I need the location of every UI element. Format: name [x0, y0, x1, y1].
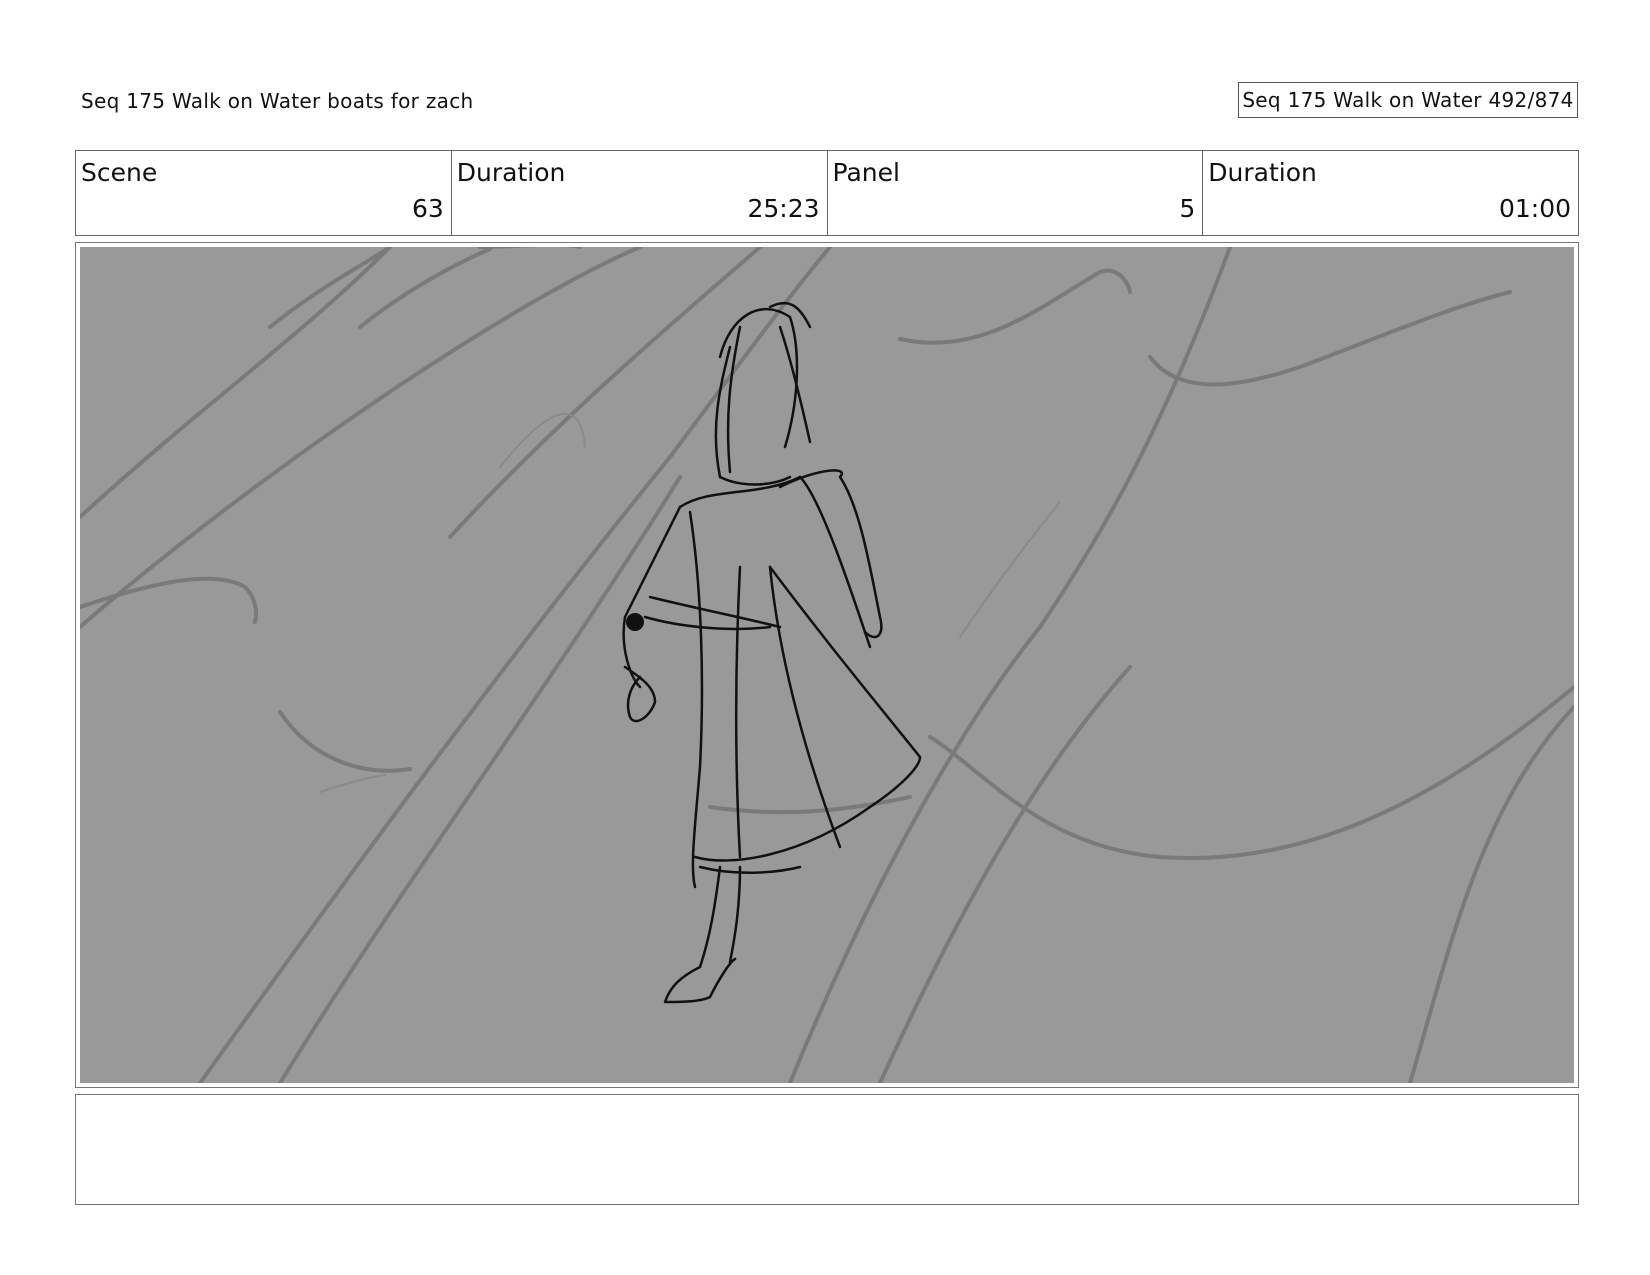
panel-duration-cell: Duration 01:00	[1203, 151, 1578, 235]
notes-box[interactable]	[75, 1094, 1579, 1205]
wave-curve	[80, 576, 259, 624]
water-line	[878, 665, 1132, 1083]
scene-value: 63	[411, 194, 444, 223]
scene-duration-cell: Duration 25:23	[452, 151, 828, 235]
wave-curve	[928, 685, 1574, 860]
panel-value: 5	[1179, 194, 1196, 223]
water-line	[278, 475, 682, 1083]
wave-curve	[898, 268, 1132, 345]
wave-curve	[278, 710, 412, 773]
panel-label: Panel	[832, 158, 900, 187]
figure-hand	[626, 613, 644, 631]
water-line	[80, 247, 642, 629]
panel-cell: Panel 5	[828, 151, 1204, 235]
page-counter: Seq 175 Walk on Water 492/874	[1238, 82, 1578, 118]
storyboard-panel-frame	[75, 242, 1579, 1088]
document-title: Seq 175 Walk on Water boats for zach	[81, 89, 474, 113]
scene-cell: Scene 63	[76, 151, 452, 235]
water-line	[268, 247, 392, 329]
wave-curve	[1148, 290, 1512, 387]
panel-duration-label: Duration	[1208, 158, 1317, 187]
water-line	[1408, 705, 1574, 1083]
scene-duration-label: Duration	[456, 158, 566, 187]
scene-label: Scene	[81, 158, 158, 187]
storyboard-sketch	[80, 247, 1574, 1083]
sketch-drawing	[80, 247, 1574, 1083]
water-line	[358, 247, 492, 329]
water-line	[448, 247, 762, 539]
water-line	[80, 247, 392, 519]
panel-duration-value: 01:00	[1498, 194, 1571, 223]
scene-duration-value: 25:23	[747, 194, 820, 223]
panel-info-table: Scene 63 Duration 25:23 Panel 5 Duration…	[75, 150, 1579, 236]
